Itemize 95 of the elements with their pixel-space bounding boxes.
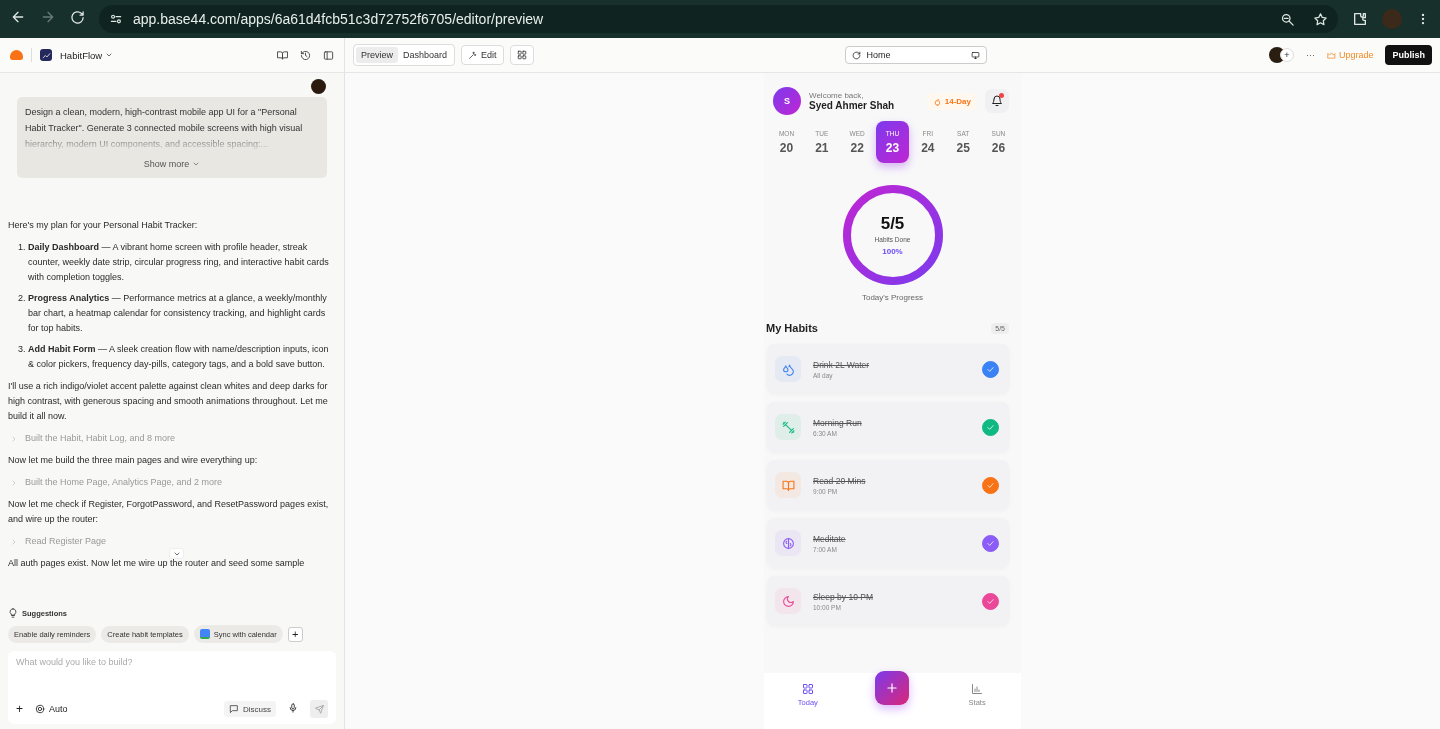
send-icon — [314, 704, 324, 714]
plan-item: Add Habit Form — A sleek creation flow with name/description inputs, icon & color pickers, frequency day-pills, category tags, and a bold save button. — [28, 343, 330, 371]
address-bar[interactable]: app.base44.com/apps/6a61d4fcb51c3d72752f6705/editor/preview — [99, 5, 1338, 33]
page-selector[interactable]: Home — [844, 46, 987, 64]
back-arrow-icon — [10, 9, 26, 25]
target-icon — [35, 704, 45, 714]
chevron-right-icon — [10, 434, 18, 443]
message-text: Here's my plan for your Personal Habit Tracker: — [8, 219, 199, 232]
progress-percent: 100% — [882, 247, 903, 256]
history-icon — [300, 49, 311, 61]
send-button[interactable] — [310, 700, 328, 718]
user-avatar — [311, 79, 326, 94]
moon-icon — [781, 594, 795, 608]
prompt-text: Design a clean, modern, high-contrast mobile app UI for a "Personal Habit Tracker". Generate 3 connected mobile screens with high visual hierarchy, modern UI components, and accessible spacing:... — [25, 106, 304, 151]
completion-toggle[interactable] — [982, 360, 999, 378]
forward-arrow-icon — [40, 9, 56, 25]
progress-label: Today's Progress — [860, 293, 925, 302]
bar-chart-icon — [971, 683, 984, 695]
add-suggestion-button[interactable]: + — [287, 626, 303, 642]
sparkle-icon — [468, 50, 478, 60]
microphone-icon — [288, 703, 298, 713]
list-number: 2. — [18, 292, 26, 305]
scroll-down-button[interactable] — [169, 548, 184, 559]
user-avatar: S — [773, 87, 801, 115]
habit-name: Meditate — [813, 533, 846, 544]
check-icon — [986, 364, 995, 374]
chevron-right-icon — [10, 478, 18, 487]
greeting-text: Welcome back, — [809, 91, 865, 100]
project-selector[interactable]: HabitFlow — [60, 49, 114, 61]
chat-input[interactable]: What would you like to build? + Auto Discuss — [8, 651, 336, 724]
grid-icon — [801, 683, 814, 695]
message-text: Now let me build the three main pages and wire everything up: — [8, 454, 259, 467]
zoom-out-icon — [1280, 11, 1295, 27]
check-icon — [986, 480, 995, 490]
completion-toggle[interactable] — [982, 476, 999, 494]
completion-toggle[interactable] — [982, 592, 999, 610]
caret-icon — [105, 51, 114, 59]
mode-selector[interactable]: Auto — [35, 704, 68, 714]
notifications-button[interactable] — [985, 89, 1009, 113]
calendar-icon — [199, 629, 210, 639]
chevron-right-icon — [10, 537, 18, 546]
dumbbell-icon — [781, 420, 795, 434]
edit-button[interactable]: Edit — [461, 45, 504, 65]
flame-icon — [932, 96, 942, 106]
lightbulb-icon — [8, 608, 18, 618]
logo-icon[interactable] — [10, 50, 23, 60]
progress-count: 5/5 — [880, 214, 905, 234]
more-button[interactable]: ··· — [1305, 50, 1315, 60]
list-number: 1. — [18, 241, 26, 254]
site-info-icon — [109, 12, 123, 26]
check-icon — [986, 596, 995, 606]
chat-bubble-icon — [229, 704, 239, 714]
add-habit-button[interactable] — [875, 671, 910, 705]
message-text: Now let me check if Register, ForgotPassword, and ResetPassword pages exist, and wire up the router: — [8, 498, 330, 526]
plan-item: Progress Analytics — Performance metrics at a glance, a weekly/monthly bar chart, a heatmap calendar for consistency tracking, and highlight cards for top habits. — [28, 292, 328, 335]
book-icon — [277, 49, 288, 61]
grid-icon — [516, 50, 527, 60]
message-text: I'll use a rich indigo/violet accent palette against clean whites and deep darks for high contrast, with generous spacing and smooth animations throughout. Let me build it all now. — [8, 380, 329, 423]
plus-icon — [885, 681, 900, 695]
discuss-button[interactable]: Discuss — [224, 701, 276, 717]
view-tab[interactable]: Dashboard — [398, 47, 453, 63]
url-text: app.base44.com/apps/6a61d4fcb51c3d72752f6705/editor/preview — [133, 11, 544, 27]
habit-name: Sleep by 10 PM — [813, 591, 873, 602]
bell-icon — [991, 95, 1003, 107]
droplets-icon — [781, 362, 795, 376]
streak-badge: 14-Day — [926, 92, 977, 110]
reload-icon — [70, 9, 85, 25]
collaborator-avatar — [1268, 47, 1285, 63]
user-name: Syed Ahmer Shah — [809, 100, 895, 111]
habit-name: Drink 2L Water — [813, 359, 870, 370]
completion-toggle[interactable] — [982, 534, 999, 552]
sidebar-icon — [323, 49, 334, 61]
view-tab[interactable]: Preview — [356, 47, 398, 63]
check-icon — [986, 422, 995, 432]
chevron-down-icon — [192, 160, 201, 168]
check-icon — [986, 538, 995, 548]
habit-name: Read 20 Mins — [813, 475, 866, 486]
crown-icon — [1326, 50, 1336, 60]
grid-button[interactable] — [509, 45, 534, 65]
list-number: 3. — [18, 343, 26, 356]
trend-line-icon — [41, 50, 51, 60]
star-icon — [1313, 11, 1328, 27]
habit-name: Morning Run — [813, 417, 862, 428]
microphone-button[interactable] — [288, 703, 298, 715]
message-text: All auth pages exist. Now let me wire up the router and seed some sample — [8, 557, 306, 570]
book-icon — [781, 478, 795, 492]
completion-toggle[interactable] — [982, 418, 999, 436]
refresh-icon — [851, 50, 861, 60]
extensions-icon — [1352, 11, 1368, 27]
show-more-button[interactable]: Show more — [143, 156, 201, 172]
monitor-icon — [970, 50, 980, 60]
section-title: My Habits — [766, 322, 818, 334]
plan-item: Daily Dashboard — A vibrant home screen with profile header, streak counter, weekly date strip, circular progress ring, and interactive habit cards with completion toggles. — [28, 241, 330, 284]
attach-button[interactable]: + — [16, 702, 23, 716]
publish-button[interactable]: Publish — [1385, 45, 1432, 65]
